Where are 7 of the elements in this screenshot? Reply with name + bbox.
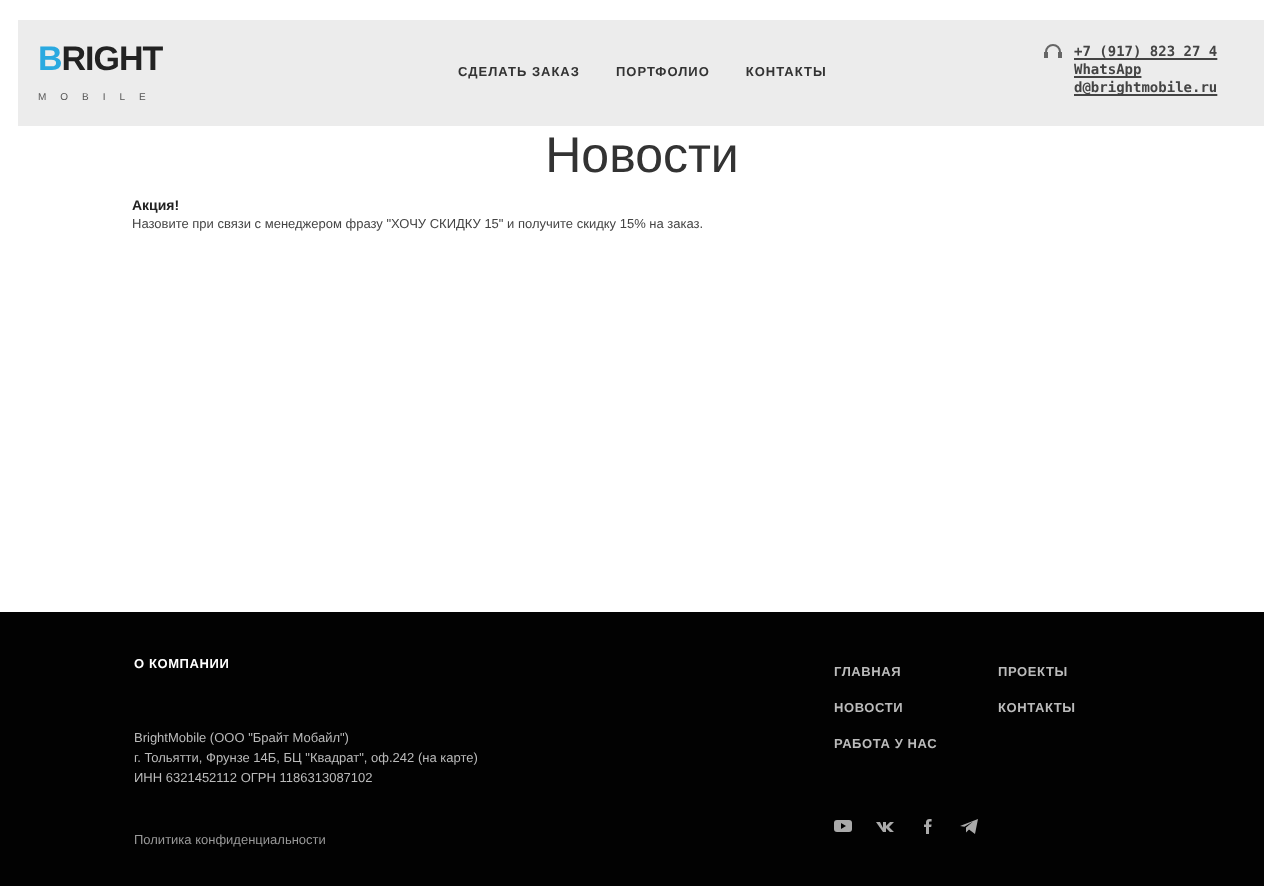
facebook-icon[interactable] — [918, 818, 936, 834]
page-title: Новости — [543, 128, 741, 184]
logo-wordmark[interactable]: BRIGHT — [38, 42, 398, 78]
vk-icon[interactable] — [876, 818, 894, 834]
telegram-icon[interactable] — [960, 818, 978, 834]
headset-icon — [1044, 44, 1062, 60]
youtube-icon[interactable] — [834, 818, 852, 834]
